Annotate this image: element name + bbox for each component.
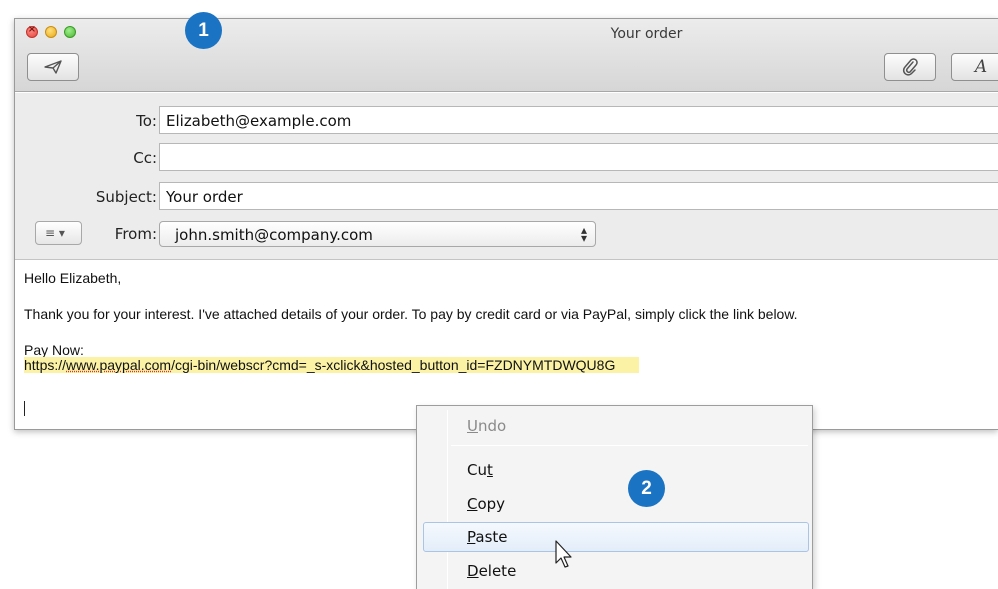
to-field[interactable]: Elizabeth@example.com [159,106,998,134]
menu-item-undo[interactable]: Undo [467,417,506,435]
cc-row: Cc: [15,143,998,171]
to-row: To: Elizabeth@example.com [15,106,998,134]
menu-item-copy[interactable]: Copy [467,495,505,513]
step-badge-2: 2 [628,470,665,507]
subject-row: Subject: Your order [15,182,998,210]
step-badge-1: 1 [185,12,222,49]
attach-button[interactable] [884,53,936,81]
menu-item-cut[interactable]: Cut [467,461,493,479]
menu-gutter [447,410,448,589]
format-label: A [974,57,988,77]
cc-label: Cc: [133,149,157,167]
mail-compose-window: Your order A To: Elizabeth@example.com C… [14,18,998,430]
link-path: /cgi-bin/webscr?cmd=_s-xclick&hosted_but… [171,357,616,373]
link-prefix: https:// [24,357,67,373]
send-button[interactable] [27,53,79,81]
paperclip-icon [902,58,918,76]
context-menu: Undo Cut Copy Paste Delete [416,405,813,589]
menu-item-paste[interactable]: Paste [467,528,508,546]
body-paragraph: Thank you for your interest. I've attach… [24,306,798,322]
cc-field[interactable] [159,143,998,171]
subject-field[interactable]: Your order [159,182,998,210]
link-domain: www.paypal.com [66,357,172,373]
subject-label: Subject: [95,188,157,206]
from-row: ≡ ▾ From: john.smith@company.com ▴ ▾ [15,221,998,249]
format-button[interactable]: A [951,53,998,81]
from-label: From: [114,225,157,243]
menu-item-delete[interactable]: Delete [467,562,516,580]
mouse-pointer-icon [555,540,572,568]
menu-separator [451,445,808,446]
message-headers: To: Elizabeth@example.com Cc: Subject: Y… [15,93,998,260]
window-title: Your order [610,26,683,42]
from-select[interactable]: john.smith@company.com ▴ ▾ [159,221,596,247]
stepper-arrows-icon: ▴ ▾ [580,223,587,245]
paypal-link[interactable]: https://www.paypal.com/cgi-bin/webscr?cm… [24,357,640,373]
window-titlebar: Your order A [15,19,998,92]
from-value: john.smith@company.com [175,226,373,244]
paper-plane-icon [44,60,62,74]
header-options-button[interactable]: ≡ ▾ [35,221,82,245]
text-caret [24,401,25,416]
greeting-text: Hello Elizabeth, [24,270,122,286]
pay-now-label: Pay Now: [24,342,84,358]
to-label: To: [136,112,157,130]
